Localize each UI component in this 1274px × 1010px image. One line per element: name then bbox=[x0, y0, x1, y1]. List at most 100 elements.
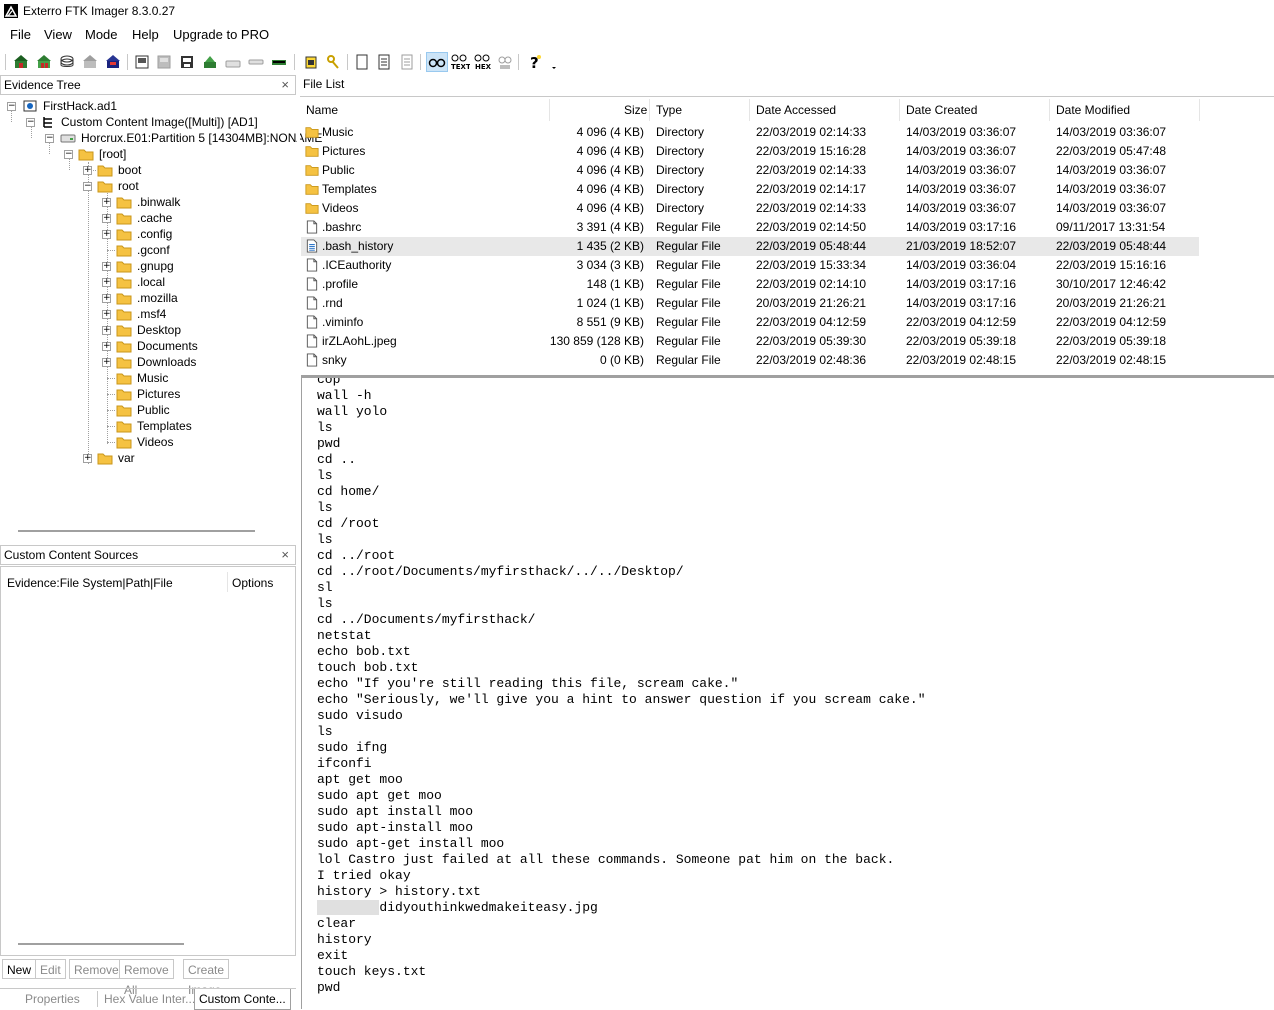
create-image-button[interactable]: Create Image bbox=[183, 959, 230, 997]
file-row[interactable]: .rnd 1 024 (1 KB) Regular File 20/03/2019 2… bbox=[301, 294, 1199, 313]
export-disk-image-icon[interactable] bbox=[155, 53, 173, 71]
remove-all-button[interactable]: Remove All bbox=[119, 959, 174, 997]
tree-scrollbar[interactable] bbox=[18, 530, 255, 532]
add-to-custom-content-icon[interactable] bbox=[201, 53, 219, 71]
text-line: ls bbox=[317, 500, 333, 515]
file-date-modified: 22/03/2019 05:47:48 bbox=[1056, 144, 1167, 158]
capture-memory-icon[interactable] bbox=[270, 53, 288, 71]
file-row[interactable]: .viminfo 8 551 (9 KB) Regular File 22/03/20… bbox=[301, 313, 1199, 332]
text-line: clear bbox=[317, 916, 357, 931]
menu-bar: File View Mode Help Upgrade to PRO bbox=[0, 25, 1274, 45]
text-line: echo "Seriously, we'll give you a hint t… bbox=[317, 692, 926, 707]
create-custom-content-image-icon[interactable] bbox=[224, 53, 242, 71]
file-date-created: 14/03/2019 03:17:16 bbox=[906, 220, 1017, 234]
text-line: history > history.txt bbox=[317, 884, 481, 899]
obtain-protected-files-icon[interactable] bbox=[302, 53, 320, 71]
tab-hex-value-interpreter[interactable]: Hex Value Inter... bbox=[100, 989, 199, 1009]
column-size[interactable]: Size bbox=[624, 103, 647, 117]
file-type: Regular File bbox=[656, 258, 721, 272]
file-row[interactable]: Pictures 4 096 (4 KB) Directory 22/03/2019 … bbox=[301, 142, 1199, 161]
menu-upgrade[interactable]: Upgrade to PRO bbox=[173, 27, 269, 42]
file-type: Regular File bbox=[656, 296, 721, 310]
export-hash-list-icon[interactable] bbox=[375, 53, 393, 71]
column-date-modified[interactable]: Date Modified bbox=[1056, 103, 1130, 117]
column-name[interactable]: Name bbox=[306, 103, 338, 117]
file-row[interactable]: Public 4 096 (4 KB) Directory 22/03/2019 02… bbox=[301, 161, 1199, 180]
file-date-created: 21/03/2019 18:52:07 bbox=[906, 239, 1017, 253]
file-name: .ICEauthority bbox=[322, 258, 392, 272]
file-row[interactable]: Videos 4 096 (4 KB) Directory 22/03/2019 02… bbox=[301, 199, 1199, 218]
file-date-modified: 30/10/2017 12:46:42 bbox=[1056, 277, 1167, 291]
menu-help[interactable]: Help bbox=[132, 27, 159, 42]
column-options[interactable]: Options bbox=[232, 576, 273, 590]
add-all-evidence-icon[interactable] bbox=[35, 53, 53, 71]
new-button[interactable]: New bbox=[2, 959, 37, 979]
text-line: sl bbox=[317, 580, 333, 595]
text-line: ls bbox=[317, 724, 333, 739]
edit-button[interactable]: Edit bbox=[35, 959, 66, 979]
auto-view-icon[interactable] bbox=[426, 52, 448, 72]
file-row[interactable]: snky 0 (0 KB) Regular File 22/03/2019 02:48… bbox=[301, 351, 1199, 370]
evidence-tree-header: Evidence Tree × bbox=[0, 75, 296, 95]
file-name: .bash_history bbox=[322, 239, 394, 253]
close-icon[interactable]: × bbox=[281, 547, 289, 562]
column-evidence[interactable]: Evidence:File System|Path|File bbox=[7, 576, 173, 590]
file-row[interactable]: irZLAohL.jpeg 130 859 (128 KB) Regular Fil… bbox=[301, 332, 1199, 351]
file-row[interactable]: .ICEauthority 3 034 (3 KB) Regular File 22/… bbox=[301, 256, 1199, 275]
file-date-accessed: 22/03/2019 02:48:36 bbox=[756, 353, 867, 367]
image-mounting-icon[interactable] bbox=[58, 53, 76, 71]
file-list-header: File List bbox=[300, 75, 1274, 95]
file-type: Regular File bbox=[656, 220, 721, 234]
create-disk-image-icon[interactable] bbox=[133, 53, 151, 71]
hex-view-icon[interactable]: HEX bbox=[473, 53, 493, 71]
text-line: echo bob.txt bbox=[317, 644, 411, 659]
file-type: Regular File bbox=[656, 353, 721, 367]
menu-mode[interactable]: Mode bbox=[85, 27, 118, 42]
more-icon[interactable] bbox=[548, 53, 560, 71]
file-list-column-headers: Name Size Type Date Accessed Date Create… bbox=[301, 97, 1274, 123]
file-date-created: 14/03/2019 03:17:16 bbox=[906, 296, 1017, 310]
detect-encryption-icon[interactable] bbox=[324, 53, 342, 71]
export-directory-listing-icon[interactable] bbox=[398, 53, 416, 71]
file-row[interactable]: Music 4 096 (4 KB) Directory 22/03/2019 02:… bbox=[301, 123, 1199, 142]
tab-properties[interactable]: Properties bbox=[21, 989, 84, 1009]
column-date-created[interactable]: Date Created bbox=[906, 103, 977, 117]
remove-all-evidence-icon[interactable] bbox=[104, 53, 122, 71]
remove-button[interactable]: Remove bbox=[69, 959, 124, 979]
file-date-accessed: 22/03/2019 02:14:33 bbox=[756, 201, 867, 215]
media-view-icon[interactable] bbox=[496, 53, 514, 71]
window-title: Exterro FTK Imager 8.3.0.27 bbox=[23, 4, 176, 18]
text-line: cd ../Documents/myfirsthack/ bbox=[317, 612, 536, 627]
text-line: lol Castro just failed at all these comm… bbox=[317, 852, 895, 867]
file-list-title: File List bbox=[303, 77, 345, 91]
menu-file[interactable]: File bbox=[10, 27, 31, 42]
file-size: 0 (0 KB) bbox=[599, 353, 644, 367]
text-line: sudo apt install moo bbox=[317, 804, 474, 819]
file-type: Regular File bbox=[656, 315, 721, 329]
column-date-accessed[interactable]: Date Accessed bbox=[756, 103, 836, 117]
menu-view[interactable]: View bbox=[44, 27, 72, 42]
bottom-tabs: Properties Hex Value Inter... Custom Con… bbox=[0, 988, 296, 1010]
export-files-icon[interactable] bbox=[353, 53, 371, 71]
custom-content-scrollbar[interactable] bbox=[18, 943, 184, 945]
content-viewer[interactable]: cop wall -h wall yolo ls pwd cd .. ls cd home/l… bbox=[301, 375, 1274, 1009]
file-row[interactable]: Templates 4 096 (4 KB) Directory 22/03/2019… bbox=[301, 180, 1199, 199]
export-logical-image-icon[interactable] bbox=[178, 53, 196, 71]
file-row[interactable]: .bash_history 1 435 (2 KB) Regular File 22/… bbox=[301, 237, 1199, 256]
file-size: 148 (1 KB) bbox=[586, 277, 644, 291]
file-row[interactable]: .bashrc 3 391 (4 KB) Regular File 22/03/201… bbox=[301, 218, 1199, 237]
file-row[interactable]: .profile 148 (1 KB) Regular File 22/03/2019… bbox=[301, 275, 1199, 294]
help-icon[interactable]: ? bbox=[526, 53, 544, 71]
file-date-created: 14/03/2019 03:36:04 bbox=[906, 258, 1017, 272]
text-line: didyouthinkwedmakeiteasy.jpg bbox=[317, 900, 598, 916]
text-line: sudo apt-install moo bbox=[317, 820, 474, 835]
add-evidence-icon[interactable] bbox=[12, 53, 30, 71]
close-icon[interactable]: × bbox=[281, 77, 289, 92]
remove-evidence-icon[interactable] bbox=[81, 53, 99, 71]
svg-text:HEX: HEX bbox=[475, 63, 492, 71]
vertical-splitter[interactable] bbox=[297, 75, 300, 1009]
column-type[interactable]: Type bbox=[656, 103, 682, 117]
decrypt-icon[interactable] bbox=[247, 53, 265, 71]
tab-custom-content[interactable]: Custom Conte... bbox=[194, 989, 291, 1010]
text-view-icon[interactable]: TEXT bbox=[450, 53, 470, 71]
